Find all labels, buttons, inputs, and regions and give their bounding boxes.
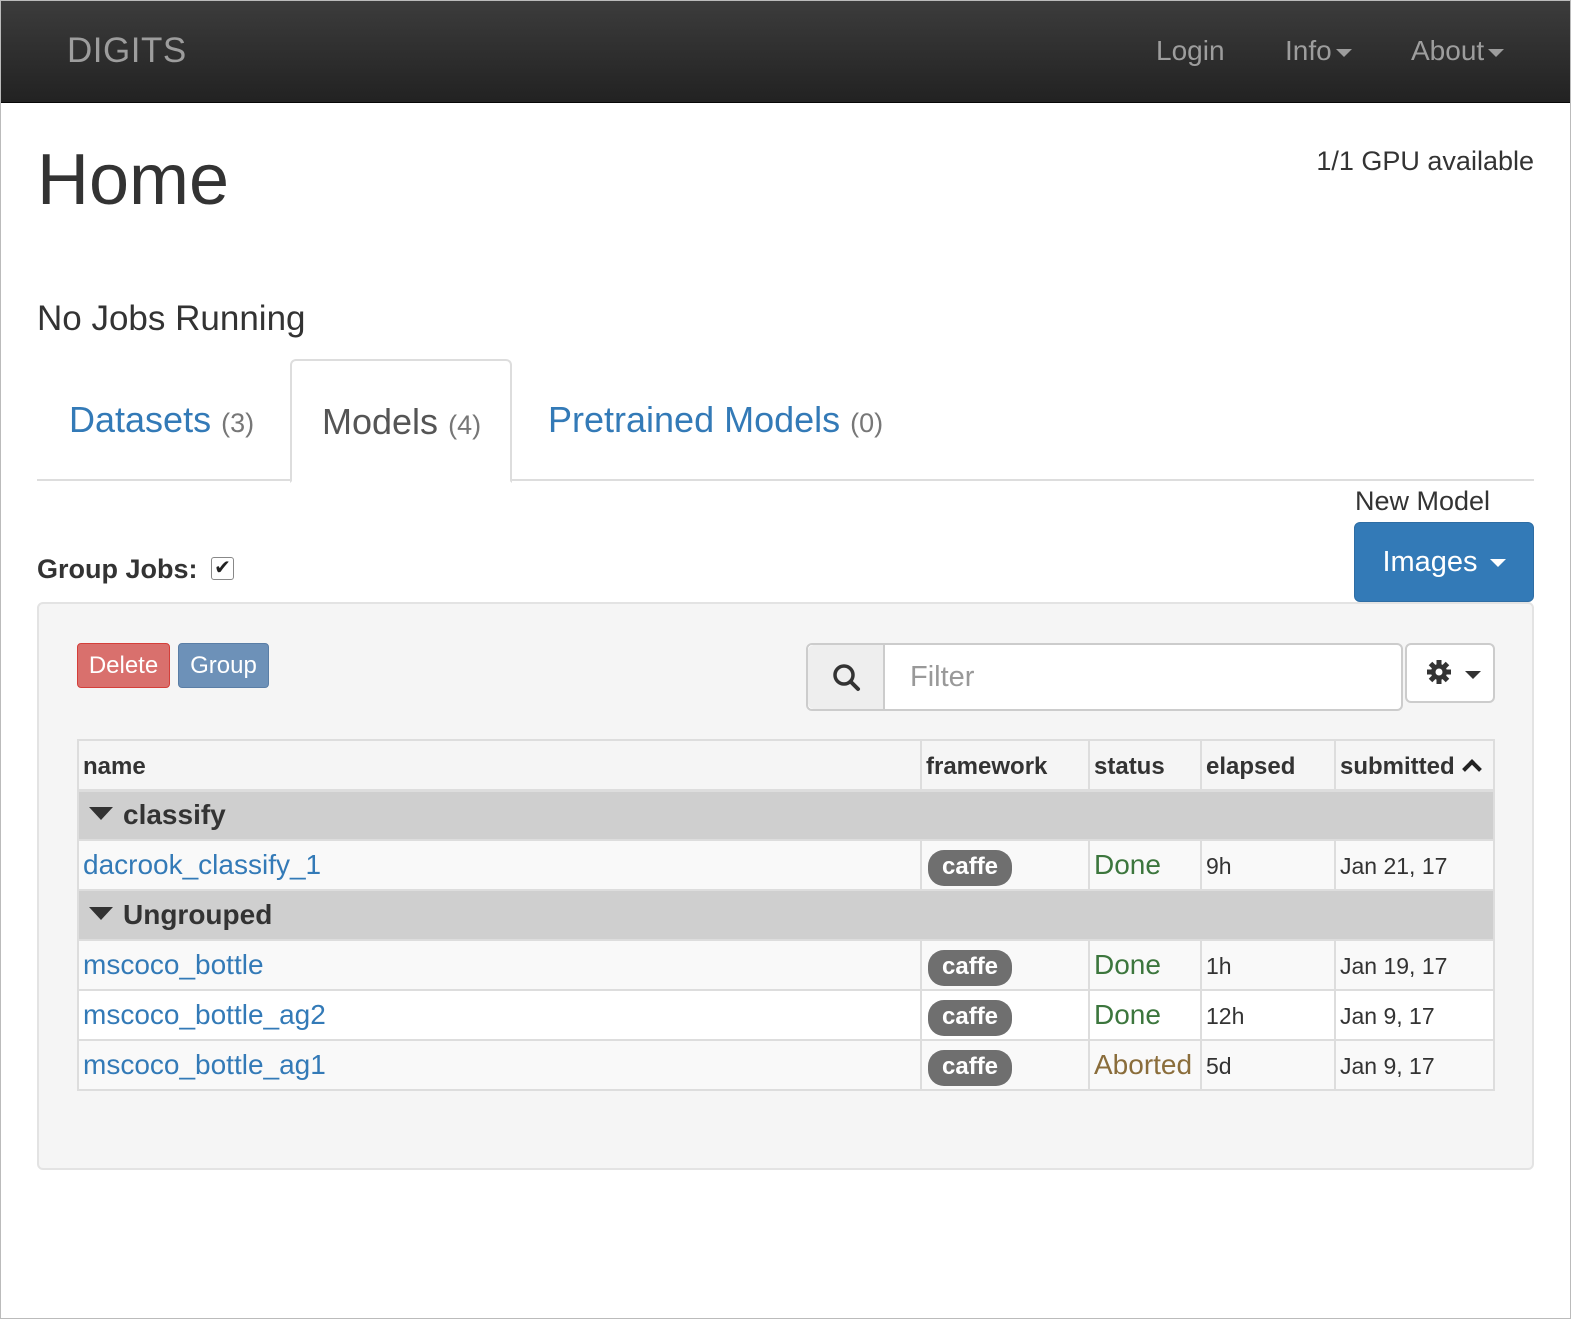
- column-header-submitted[interactable]: submitted: [1334, 739, 1495, 792]
- check-icon: ✔: [214, 557, 231, 579]
- status-text: Done: [1094, 949, 1161, 980]
- elapsed-text: 5d: [1206, 1052, 1232, 1079]
- group-button[interactable]: Group: [178, 643, 269, 688]
- submitted-text: Jan 21, 17: [1340, 852, 1448, 879]
- caret-down-icon: [1489, 559, 1506, 568]
- nav-info-label: Info: [1285, 35, 1332, 66]
- table-row: mscoco_bottle_ag2 caffe Done 12h Jan 9, …: [77, 989, 1495, 1041]
- new-model-images-button[interactable]: Images: [1354, 522, 1534, 602]
- table-header-row: name framework status elapsed submitted: [77, 739, 1495, 792]
- column-settings-button[interactable]: [1405, 643, 1495, 703]
- framework-badge: caffe: [928, 1050, 1013, 1086]
- images-button-label: Images: [1382, 546, 1478, 578]
- job-type-tabs: Datasets (3) Models (4) Pretrained Model…: [37, 359, 1534, 483]
- new-model-label: New Model: [1355, 486, 1491, 516]
- group-name: classify: [123, 799, 226, 831]
- elapsed-text: 12h: [1206, 1002, 1245, 1029]
- jobs-running-status: No Jobs Running: [37, 299, 306, 338]
- elapsed-text: 1h: [1206, 952, 1232, 979]
- tab-models-count: (4): [448, 410, 482, 440]
- status-text: Aborted: [1094, 1049, 1193, 1080]
- caret-down-icon: [1488, 48, 1505, 57]
- framework-badge: caffe: [928, 1000, 1013, 1036]
- nav-login[interactable]: Login: [1156, 35, 1225, 67]
- nav-about-dropdown[interactable]: About: [1411, 35, 1505, 67]
- tab-datasets-count: (3): [221, 408, 255, 438]
- framework-badge: caffe: [928, 950, 1013, 986]
- filter-input[interactable]: [886, 645, 1401, 709]
- caret-down-icon: [1465, 671, 1481, 679]
- job-link[interactable]: mscoco_bottle_ag2: [83, 999, 326, 1030]
- group-jobs-checkbox[interactable]: ✔: [211, 557, 234, 580]
- tab-datasets[interactable]: Datasets (3): [69, 359, 254, 481]
- jobs-panel: Delete Group Filter name framework statu…: [37, 602, 1534, 1170]
- tab-models[interactable]: Models (4): [290, 359, 512, 483]
- job-link[interactable]: mscoco_bottle: [83, 949, 264, 980]
- submitted-text: Jan 9, 17: [1340, 1052, 1435, 1079]
- tab-models-label: Models: [322, 401, 439, 442]
- tab-pretrained-label: Pretrained Models: [548, 399, 841, 440]
- collapse-triangle-icon[interactable]: [89, 807, 113, 821]
- navbar: DIGITS Login Info About: [1, 1, 1570, 103]
- group-jobs-label: Group Jobs:: [37, 554, 198, 584]
- nav-about-label: About: [1411, 35, 1485, 66]
- job-link[interactable]: mscoco_bottle_ag1: [83, 1049, 326, 1080]
- tab-pretrained-models[interactable]: Pretrained Models (0): [548, 359, 883, 481]
- group-row-ungrouped[interactable]: Ungrouped: [77, 889, 1495, 941]
- status-text: Done: [1094, 999, 1161, 1030]
- gear-icon: [1427, 660, 1451, 684]
- page-title: Home: [37, 140, 230, 220]
- column-header-framework[interactable]: framework: [920, 739, 1090, 792]
- status-text: Done: [1094, 849, 1161, 880]
- nav-login-label: Login: [1156, 35, 1225, 66]
- group-name: Ungrouped: [123, 899, 273, 930]
- submitted-text: Jan 9, 17: [1340, 1002, 1435, 1029]
- brand-logo[interactable]: DIGITS: [67, 31, 187, 71]
- tab-datasets-label: Datasets: [69, 399, 212, 440]
- table-row: dacrook_classify_1 caffe Done 9h Jan 21,…: [77, 839, 1495, 891]
- group-row-classify[interactable]: classify: [77, 789, 1495, 841]
- submitted-text: Jan 19, 17: [1340, 952, 1448, 979]
- jobs-table: name framework status elapsed submitted …: [77, 739, 1495, 1091]
- elapsed-text: 9h: [1206, 852, 1232, 879]
- framework-badge: caffe: [928, 850, 1013, 886]
- collapse-triangle-icon[interactable]: [89, 907, 113, 921]
- job-link[interactable]: dacrook_classify_1: [83, 849, 321, 880]
- column-header-name[interactable]: name: [77, 739, 922, 792]
- search-addon: [808, 645, 885, 709]
- caret-down-icon: [1335, 48, 1352, 57]
- sort-ascending-icon: [1461, 759, 1482, 780]
- tab-pretrained-count: (0): [850, 408, 884, 438]
- column-header-submitted-label: submitted: [1340, 752, 1455, 780]
- filter-group: [806, 643, 1403, 711]
- column-header-status[interactable]: status: [1088, 739, 1202, 792]
- search-icon: [833, 664, 860, 691]
- nav-info-dropdown[interactable]: Info: [1285, 35, 1352, 67]
- gpu-status: 1/1 GPU available: [1316, 146, 1534, 176]
- delete-button[interactable]: Delete: [77, 643, 170, 688]
- table-row: mscoco_bottle_ag1 caffe Aborted 5d Jan 9…: [77, 1039, 1495, 1091]
- column-header-elapsed[interactable]: elapsed: [1200, 739, 1336, 792]
- table-row: mscoco_bottle caffe Done 1h Jan 19, 17: [77, 939, 1495, 991]
